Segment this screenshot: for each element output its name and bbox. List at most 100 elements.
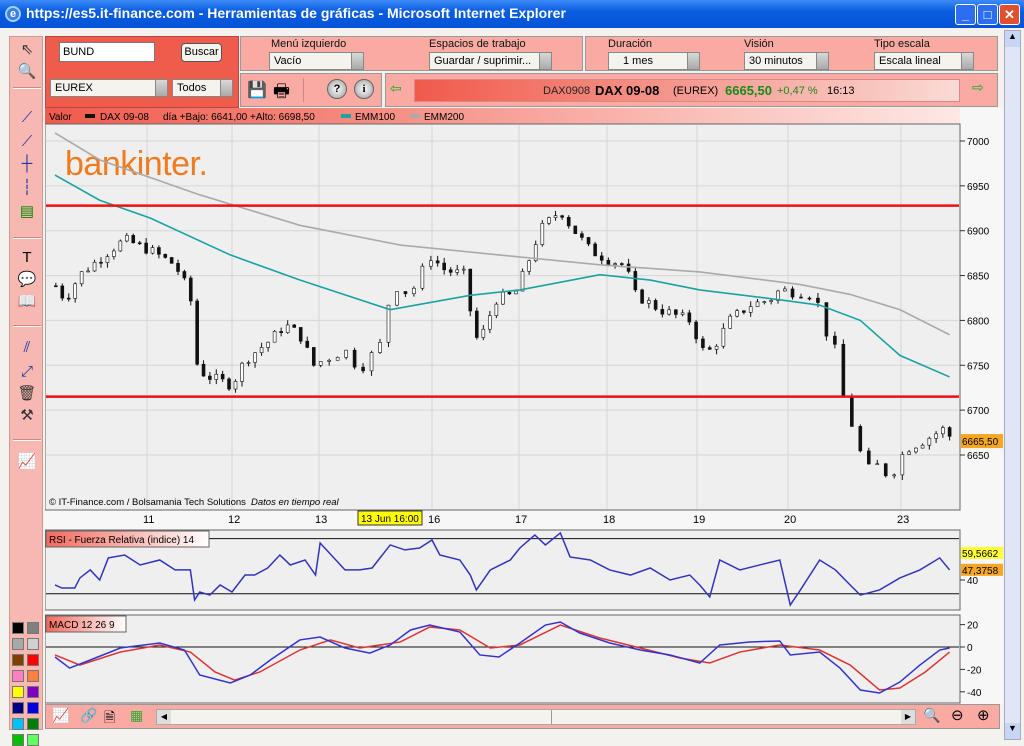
candle-body [335, 357, 340, 361]
color-swatch[interactable] [27, 654, 39, 666]
pointer-icon[interactable]: ⇖ [15, 39, 39, 61]
previous-chart-icon[interactable]: ⇦ [390, 80, 412, 102]
text-tool-icon[interactable]: T [15, 247, 39, 269]
x-tick-label: 13 [315, 514, 327, 526]
candle-body [157, 247, 161, 255]
ray-line-icon[interactable]: ⟋ [15, 131, 39, 153]
horizontal-scrollbar[interactable]: ◀ ▶ [156, 709, 916, 725]
comment-icon[interactable]: 💬 [15, 269, 39, 291]
trendline-icon[interactable]: ⟋ [15, 107, 39, 129]
help-icon[interactable]: ? [327, 79, 347, 99]
x-tick-label: 16 [428, 514, 440, 526]
book-icon[interactable]: 📖 [15, 291, 39, 313]
rsi-y-tick-label: 40 [967, 576, 979, 587]
trash-icon[interactable]: 🗑 [15, 383, 39, 405]
color-swatch[interactable] [12, 622, 24, 634]
left-menu-label: Menú izquierdo [271, 38, 347, 50]
workspaces-select[interactable]: Guardar / suprimir... [429, 52, 552, 70]
scroll-up-button[interactable]: ▲ [1005, 31, 1020, 47]
save-icon[interactable]: 💾 [247, 80, 267, 100]
candle-body [858, 426, 863, 452]
link-icon[interactable]: 🔗 [80, 707, 97, 724]
duration-select[interactable]: 1 mes [608, 52, 700, 70]
candle-body [403, 291, 408, 295]
color-swatch[interactable] [27, 670, 39, 682]
minimize-button[interactable]: _ [955, 4, 976, 25]
scroll-thumb[interactable] [551, 710, 552, 724]
zoom-in-icon[interactable]: ⊕ [977, 706, 990, 724]
vertical-scrollbar[interactable]: ▲ ▼ [1004, 30, 1021, 740]
vertical-line-icon[interactable]: ┆ [15, 177, 39, 199]
chart-area[interactable]: Valor DAX 09-08 día +Bajo: 6641,00 +Alto… [44, 108, 1003, 704]
x-tick-label: 19 [693, 514, 705, 526]
legend-series-swatch [85, 114, 95, 118]
x-tick-label: 23 [897, 514, 909, 526]
candle-body [253, 352, 257, 363]
macd-y-tick-label: 0 [967, 643, 973, 654]
left-menu-select[interactable]: Vacío [269, 52, 364, 70]
tools-icon[interactable]: ⚒ [15, 405, 39, 427]
candle-body [947, 427, 952, 437]
candle-body [680, 312, 685, 315]
search-button[interactable]: Buscar [181, 43, 222, 62]
candle-body [412, 287, 416, 295]
info-icon[interactable]: i [354, 79, 374, 99]
next-chart-icon[interactable]: ⇨ [972, 79, 984, 96]
color-swatch[interactable] [12, 654, 24, 666]
last-price-label: 6665,50 [962, 437, 999, 448]
candle-body [73, 283, 77, 299]
y-tick-label: 6950 [967, 182, 990, 193]
candle-body [285, 324, 290, 333]
color-swatch[interactable] [12, 638, 24, 650]
color-swatch[interactable] [27, 702, 39, 714]
market-select[interactable]: EUREX [50, 79, 168, 97]
candle-body [728, 315, 733, 329]
candle-body [514, 290, 518, 295]
color-swatch[interactable] [27, 686, 39, 698]
color-swatch[interactable] [12, 718, 24, 730]
horizontal-line-icon[interactable]: ┼ [15, 153, 39, 175]
color-swatch[interactable] [27, 622, 39, 634]
filter-select[interactable]: Todos [172, 79, 233, 97]
candle-body [327, 359, 331, 362]
color-swatch[interactable] [12, 702, 24, 714]
legend-ema200: EMM200 [424, 112, 464, 123]
color-swatch[interactable] [12, 734, 24, 746]
zoom-out-icon[interactable]: ⊖ [951, 706, 964, 724]
candle-body [233, 381, 238, 390]
grid-icon[interactable]: ▦ [130, 707, 143, 724]
scroll-right-button[interactable]: ▶ [901, 710, 915, 724]
scale-select[interactable]: Escala lineal [874, 52, 974, 70]
color-swatch[interactable] [27, 718, 39, 730]
color-swatch[interactable] [12, 670, 24, 682]
vision-select[interactable]: 30 minutos [744, 52, 829, 70]
candle-body [60, 285, 65, 299]
color-swatch[interactable] [27, 638, 39, 650]
maximize-button[interactable]: □ [977, 4, 998, 25]
candle-body [79, 271, 84, 285]
macd-title: MACD 12 26 9 [49, 620, 115, 631]
symbol-search-input[interactable] [59, 42, 155, 62]
move-icon[interactable]: ⤢ [15, 361, 39, 383]
close-button[interactable]: ✕ [999, 4, 1020, 25]
candle-body [344, 349, 348, 358]
print-icon[interactable]: 🖶 [273, 79, 290, 109]
candle-body [573, 225, 578, 235]
chart-style-icon[interactable]: 📈 [15, 451, 39, 473]
scroll-down-button[interactable]: ▼ [1005, 723, 1020, 739]
zoom-icon[interactable]: 🔍 [15, 61, 39, 83]
color-swatch[interactable] [27, 734, 39, 746]
candle-body [118, 240, 123, 252]
market-value: EUREX [55, 82, 93, 94]
parallel-lines-icon[interactable]: ⫽ [15, 337, 39, 359]
color-swatch[interactable] [12, 686, 24, 698]
chart-add-icon[interactable]: 📈 [52, 707, 69, 724]
zoom-fit-icon[interactable]: 🔍 [923, 707, 940, 724]
candle-body [907, 451, 911, 455]
report-icon[interactable]: 🗎 [104, 707, 115, 731]
fibonacci-icon[interactable]: ▤ [15, 201, 39, 223]
candle-body [875, 463, 880, 466]
candle-body [721, 327, 726, 347]
candle-body [442, 262, 446, 271]
scroll-left-button[interactable]: ◀ [157, 710, 171, 724]
